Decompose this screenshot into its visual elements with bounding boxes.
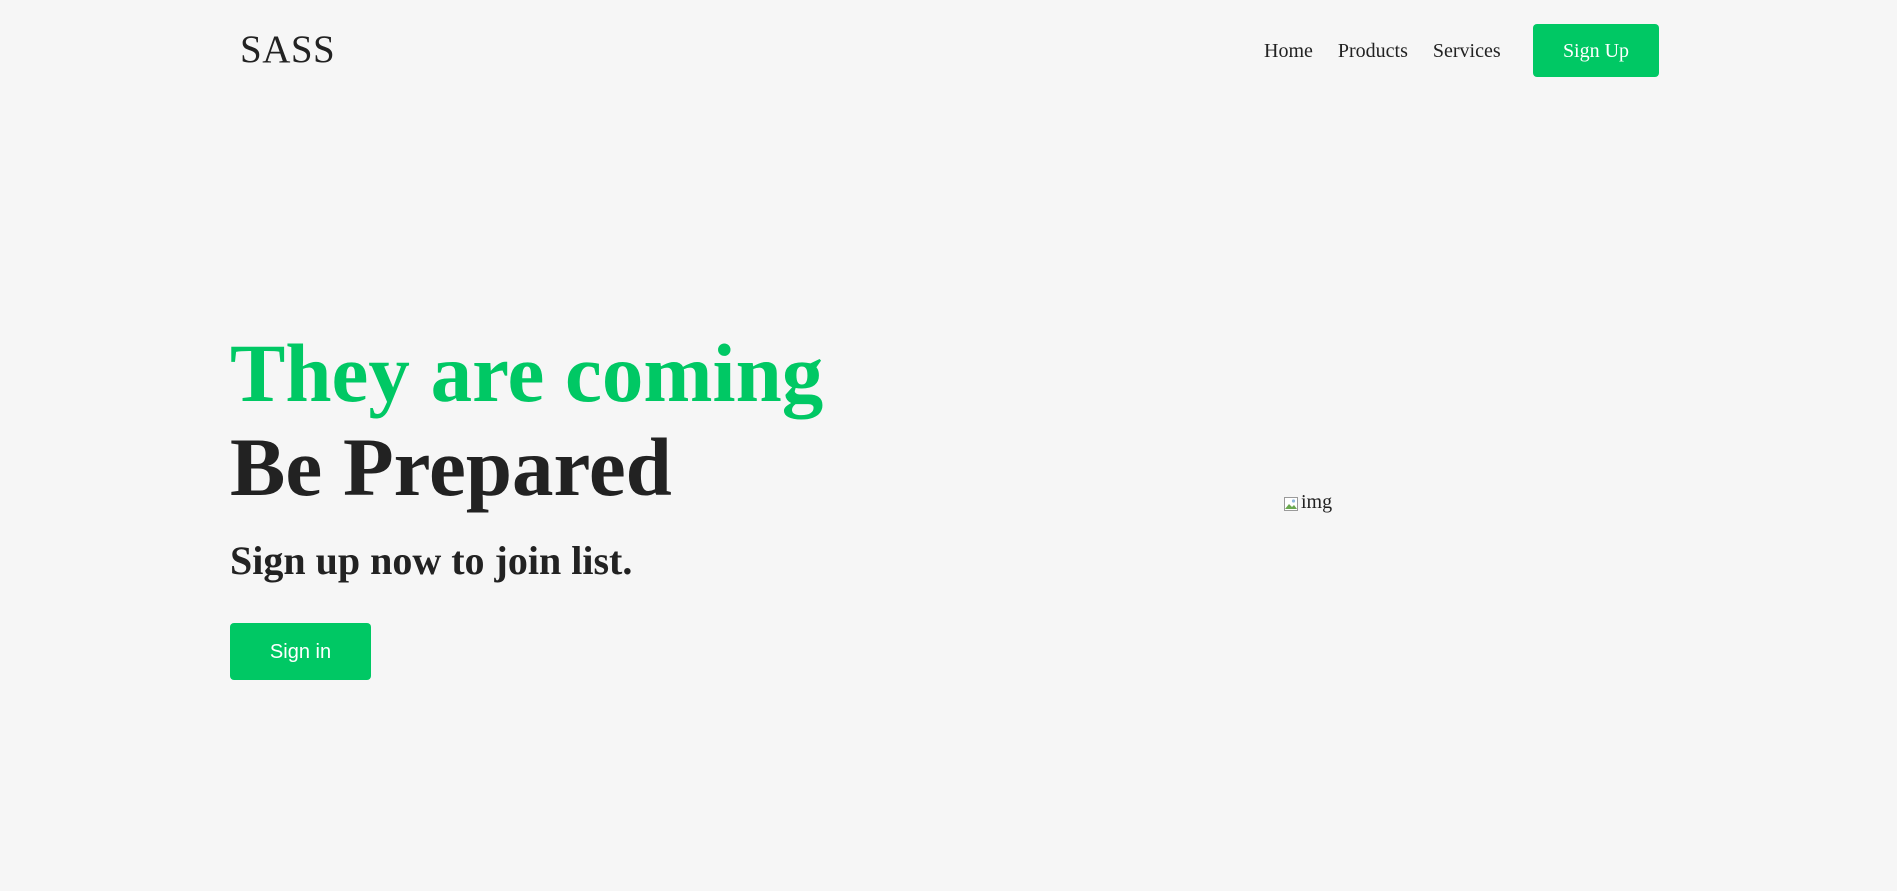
hero-image-alt-text: img <box>1301 491 1333 513</box>
navbar: SASS Home Products Services Sign Up <box>0 0 1897 100</box>
nav-link-services[interactable]: Services <box>1433 37 1501 65</box>
signin-button[interactable]: Sign in <box>230 623 371 680</box>
signup-button[interactable]: Sign Up <box>1533 24 1659 77</box>
nav-link-home[interactable]: Home <box>1264 37 1313 65</box>
nav-links: Home Products Services <box>1264 36 1501 66</box>
hero-image: img <box>1283 490 1332 514</box>
hero-headline-accent: They are coming <box>230 327 824 419</box>
hero-content: They are coming Be Prepared Sign up now … <box>230 326 1030 680</box>
nav-link-products[interactable]: Products <box>1338 37 1408 65</box>
hero-subheadline: Sign up now to join list. <box>230 538 633 583</box>
hero-headline: Be Prepared <box>230 421 672 513</box>
logo[interactable]: SASS <box>240 26 335 74</box>
broken-image-icon <box>1283 494 1299 511</box>
